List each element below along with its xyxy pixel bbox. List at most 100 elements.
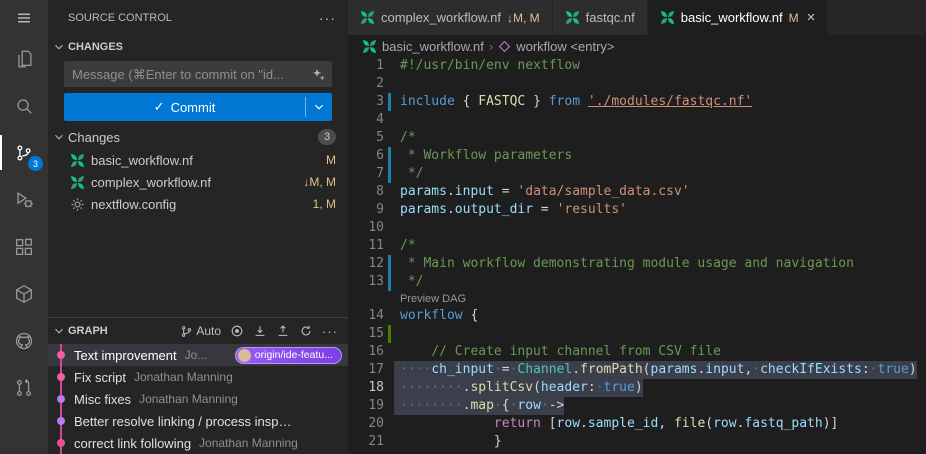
breadcrumb-symbol[interactable]: workflow <entry> [516,39,614,54]
code-line[interactable]: 5/* [348,129,926,147]
commit-message: Text improvement [74,348,177,363]
gutter: 18 [348,379,394,397]
github-icon [13,330,35,352]
commit-row[interactable]: Text improvement Jo... origin/ide-featu... [48,344,348,366]
diff-decoration [384,147,394,165]
line-number: 17 [348,361,384,379]
commit-row[interactable]: Misc fixesJonathan Manning [48,388,348,410]
code-line[interactable]: 10 [348,219,926,237]
code-line[interactable]: 19········.map·{·row·-> [348,397,926,415]
diff-decoration [384,111,394,129]
code-line[interactable]: 14workflow { [348,307,926,325]
graph-section-header[interactable]: GRAPH Auto ··· [48,318,348,344]
code-line[interactable]: 7 */ [348,165,926,183]
code-token: input [455,184,494,199]
sidebar-item-containers[interactable] [0,270,48,317]
commit-author: Jo... [185,348,208,362]
close-icon[interactable]: × [807,9,816,26]
sidebar-item-source-control[interactable]: 3 [0,129,48,176]
code-text: */ [394,165,423,183]
commit-message-input[interactable] [72,67,311,82]
nextflow-icon [70,175,85,190]
refresh-icon[interactable] [299,324,313,338]
code-token: { [463,308,479,323]
file-nextflow.config[interactable]: nextflow.config1, M [48,193,348,215]
code-line[interactable]: 15 [348,325,926,343]
auto-repo-picker[interactable]: Auto [180,324,221,338]
sidebar-item-pull-requests[interactable] [0,364,48,411]
code-line[interactable]: 16 // Create input channel from CSV file [348,343,926,361]
changes-tree-header[interactable]: Changes 3 [48,125,348,149]
line-number: 13 [348,273,384,291]
breadcrumb-file[interactable]: basic_workflow.nf [382,39,484,54]
sparkle-icon[interactable] [311,67,326,82]
file-complex_workflow.nf[interactable]: complex_workflow.nf↓M, M [48,171,348,193]
commit-author: Jonathan Manning [139,392,238,406]
code-line[interactable]: 4 [348,111,926,129]
code-token: row [557,416,580,431]
code-line[interactable]: 2 [348,75,926,93]
code-line[interactable]: 3include { FASTQC } from './modules/fast… [348,93,926,111]
code-token: params [651,362,698,377]
code-token: Channel [517,362,572,377]
push-upload-icon[interactable] [276,324,290,338]
commit-row[interactable]: Better resolve linking / process inspect… [48,410,348,432]
code-token: FASTQC [478,94,525,109]
code-area[interactable]: 1#!/usr/bin/env nextflow23include { FAST… [348,57,926,454]
nextflow-icon [70,153,85,168]
branch-ref-pill[interactable]: origin/ide-featu... [235,347,342,364]
code-line[interactable]: 13 */ [348,273,926,291]
tab-basic_workflow.nf[interactable]: basic_workflow.nfM× [648,0,829,35]
codelens: Preview DAG [348,291,926,307]
commit-button[interactable]: ✓ Commit [64,93,305,121]
code-token: */ [400,274,423,289]
more-actions-icon[interactable]: ··· [319,10,336,26]
gutter: 8 [348,183,394,201]
sidebar-item-github[interactable] [0,317,48,364]
pull-download-icon[interactable] [253,324,267,338]
code-line[interactable]: 9params.output_dir = 'results' [348,201,926,219]
code-line[interactable]: 17····ch_input·=·Channel.fromPath(params… [348,361,926,379]
changes-section-header[interactable]: CHANGES [48,35,348,59]
code-token: ch_input [431,362,494,377]
code-line[interactable]: 20 return [row.sample_id, file(row.fastq… [348,415,926,433]
code-token: . [447,184,455,199]
code-text: return [row.sample_id, file(row.fastq_pa… [394,415,838,433]
sidebar-item-extensions[interactable] [0,223,48,270]
line-number: 11 [348,237,384,255]
commit-dot [57,417,65,425]
code-token: · [494,362,502,377]
sidebar-item-explorer[interactable] [0,35,48,82]
code-line[interactable]: 6 * Workflow parameters [348,147,926,165]
sidebar-item-run-debug[interactable] [0,176,48,223]
commit-message: Better resolve linking / process inspect… [74,414,294,429]
code-line[interactable]: 1#!/usr/bin/env nextflow [348,57,926,75]
menu-button[interactable] [0,0,48,35]
code-text: ········.map·{·row·-> [394,397,564,415]
sidebar-item-search[interactable] [0,82,48,129]
code-line[interactable]: 21 } [348,433,926,451]
code-token: workflow [400,308,463,323]
more-actions-icon[interactable]: ··· [322,324,338,339]
code-line[interactable]: 12 * Main workflow demonstrating module … [348,255,926,273]
tab-fastqc.nf[interactable]: fastqc.nf [553,0,648,35]
commit-row[interactable]: Fix scriptJonathan Manning [48,366,348,388]
tab-complex_workflow.nf[interactable]: complex_workflow.nf↓M, M [348,0,553,35]
code-token: · [541,398,549,413]
code-token: ···· [400,362,431,377]
commit-dropdown-button[interactable] [306,93,332,121]
gear-icon [70,197,85,212]
sidebar-spacer [48,215,348,317]
code-line[interactable]: 18········.splitCsv(header:·true) [348,379,926,397]
code-token: header [541,380,588,395]
graph-lane [48,410,74,432]
code-line[interactable]: 11/* [348,237,926,255]
file-basic_workflow.nf[interactable]: basic_workflow.nfM [48,149,348,171]
target-icon[interactable] [230,324,244,338]
code-text: * Workflow parameters [394,147,572,165]
commit-row[interactable]: correct link followingJonathan Manning [48,432,348,454]
code-token: 'data/sample_data.csv' [517,184,689,199]
tab-label: complex_workflow.nf [381,10,501,25]
codelens-link[interactable]: Preview DAG [400,293,466,305]
code-line[interactable]: 8params.input = 'data/sample_data.csv' [348,183,926,201]
